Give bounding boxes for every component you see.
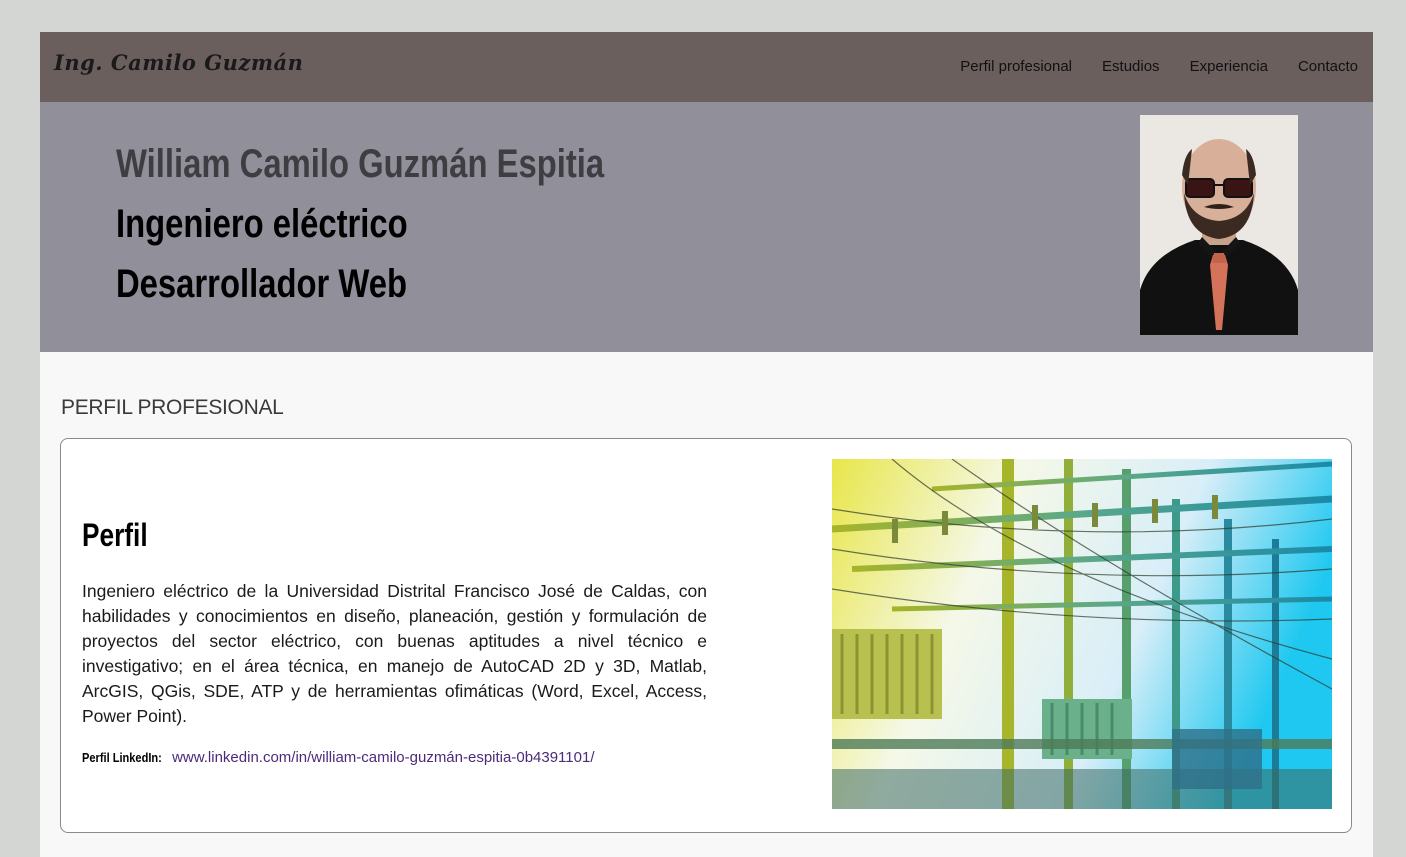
- brand-logo[interactable]: Ing. Camilo Guzmán: [54, 50, 303, 75]
- hero-title-developer: Desarrollador Web: [116, 262, 408, 306]
- hero-title-engineer: Ingeniero eléctrico: [116, 202, 408, 246]
- profile-description: Ingeniero eléctrico de la Universidad Di…: [82, 581, 707, 726]
- nav-link-contacto[interactable]: Contacto: [1298, 58, 1358, 75]
- linkedin-row: Perfil LinkedIn: www.linkedin.com/in/wil…: [82, 749, 594, 766]
- linkedin-link[interactable]: www.linkedin.com/in/william-camilo-guzmá…: [172, 749, 594, 766]
- card-heading-perfil: Perfil: [82, 517, 148, 553]
- nav-link-experiencia[interactable]: Experiencia: [1190, 58, 1268, 75]
- top-navbar: Ing. Camilo Guzmán Perfil profesional Es…: [40, 32, 1373, 102]
- page-container: Ing. Camilo Guzmán Perfil profesional Es…: [40, 32, 1373, 857]
- profile-card: Perfil Ingeniero eléctrico de la Univers…: [60, 438, 1352, 833]
- linkedin-label: Perfil LinkedIn:: [82, 750, 162, 765]
- electrical-substation-image: [832, 459, 1332, 809]
- profile-photo: [1140, 115, 1298, 335]
- hero-banner: William Camilo Guzmán Espitia Ingeniero …: [40, 102, 1373, 352]
- nav-menu: Perfil profesional Estudios Experiencia …: [960, 58, 1358, 75]
- nav-link-estudios[interactable]: Estudios: [1102, 58, 1160, 75]
- hero-name: William Camilo Guzmán Espitia: [116, 142, 605, 186]
- nav-link-perfil[interactable]: Perfil profesional: [960, 58, 1072, 75]
- section-title-perfil-profesional: PERFIL PROFESIONAL: [61, 396, 284, 419]
